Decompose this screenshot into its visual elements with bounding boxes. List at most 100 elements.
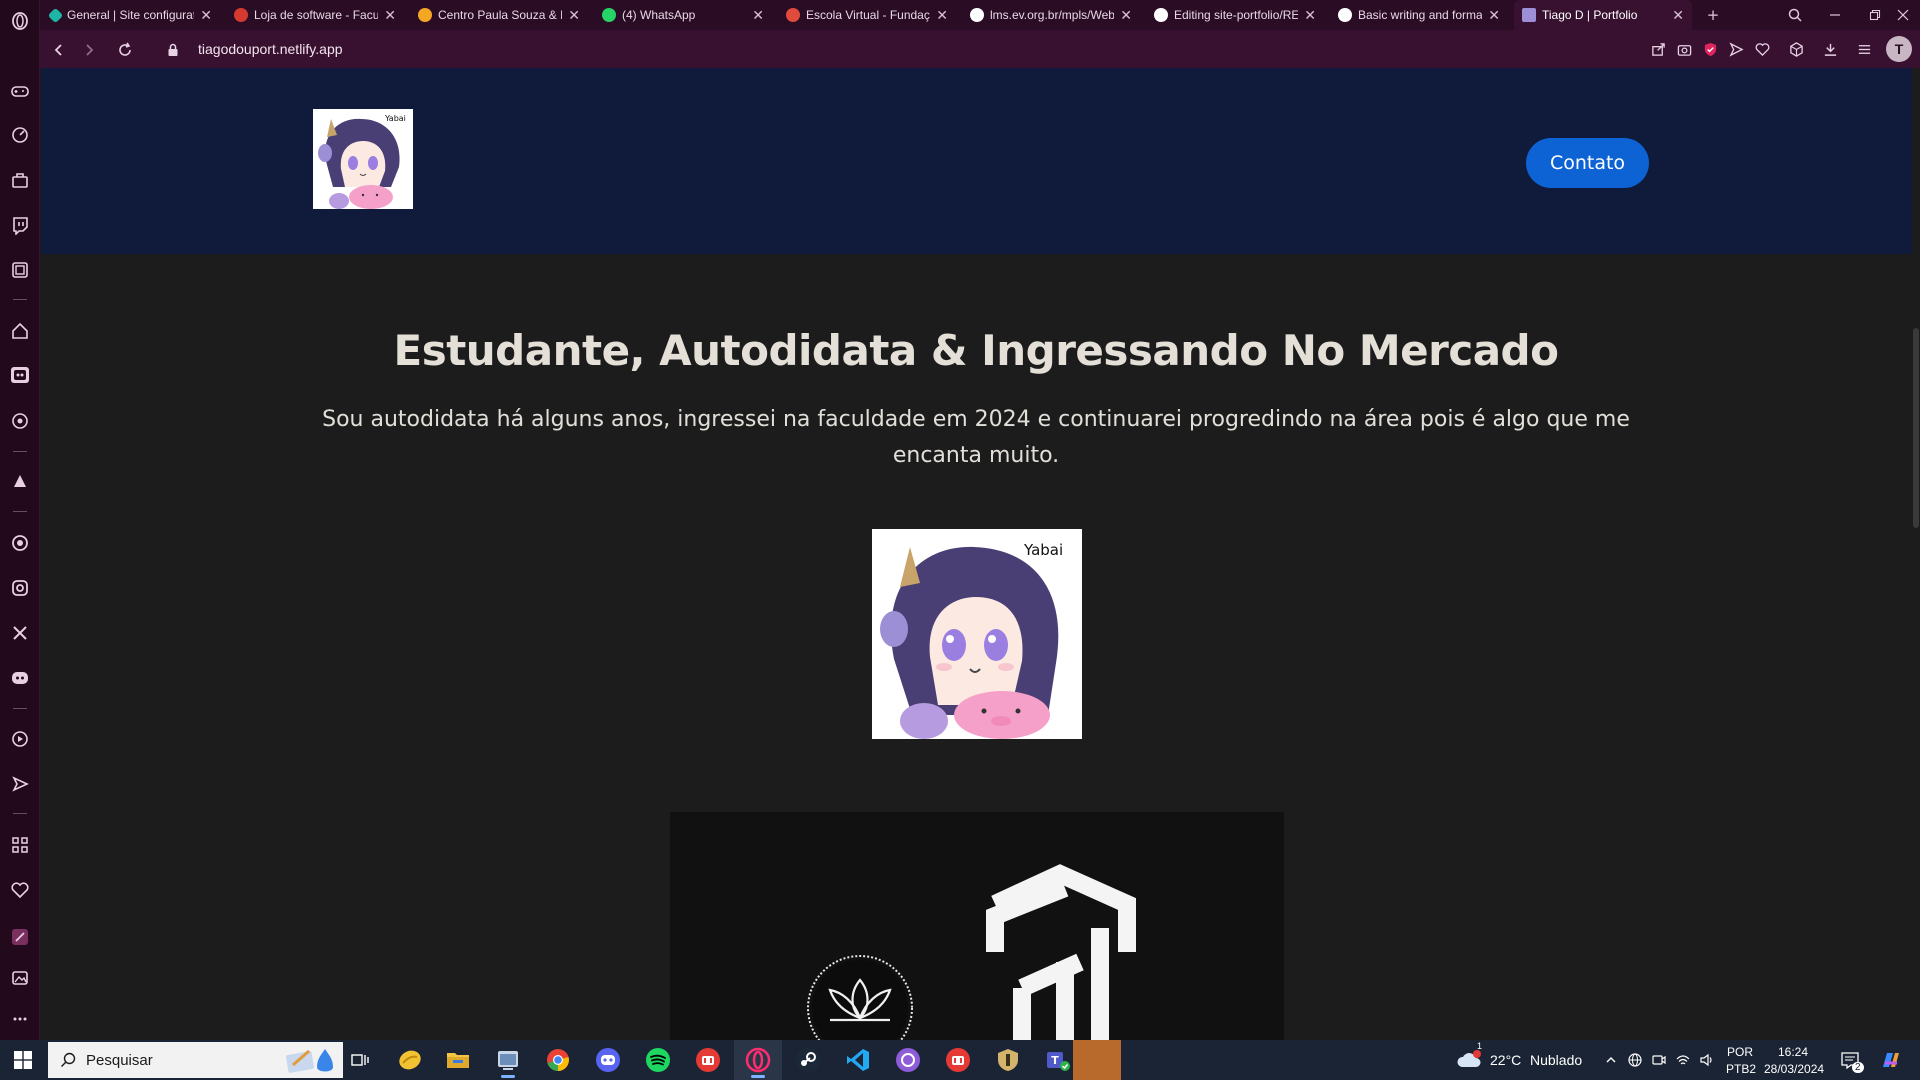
close-icon[interactable]: ✕: [200, 7, 212, 24]
windows-taskbar: Pesquisar T 1 22°C Nublado POR PTB2 16:2…: [0, 1040, 1920, 1080]
easy-setup-icon[interactable]: [1854, 39, 1874, 59]
close-icon[interactable]: ✕: [568, 7, 580, 24]
task-view-icon[interactable]: [336, 1040, 384, 1080]
tab[interactable]: Loja de software - Facul ✕: [226, 0, 404, 30]
taskbar-app-window-icon[interactable]: [484, 1040, 532, 1080]
tab[interactable]: Basic writing and format ✕: [1330, 0, 1508, 30]
tab-title: lms.ev.org.br/mpls/Web: [990, 8, 1115, 22]
lock-icon[interactable]: [162, 39, 184, 61]
extensions-grid-icon[interactable]: [0, 828, 40, 862]
scrollbar-thumb[interactable]: [1913, 328, 1919, 528]
tab[interactable]: (4) WhatsApp ✕: [594, 0, 772, 30]
store-icon[interactable]: [0, 163, 40, 197]
wifi-icon[interactable]: [1672, 1040, 1694, 1080]
clock-date[interactable]: 28/03/2024: [1764, 1062, 1824, 1076]
heart-icon[interactable]: [0, 873, 40, 907]
tab[interactable]: Escola Virtual - Fundaçã ✕: [778, 0, 956, 30]
close-window-icon[interactable]: [1886, 0, 1920, 30]
opera-gx-icon[interactable]: [734, 1040, 782, 1080]
flow-icon[interactable]: [0, 767, 40, 801]
red-app-2-icon[interactable]: [934, 1040, 982, 1080]
hero-description: Sou autodidata há alguns anos, ingressei…: [322, 407, 1630, 468]
snapshot-camera-icon[interactable]: [1674, 39, 1694, 59]
search-icon: [61, 1052, 76, 1067]
page-scrollbar[interactable]: [1912, 68, 1920, 1040]
player-icon[interactable]: [0, 722, 40, 756]
new-tab-icon[interactable]: +: [1696, 0, 1730, 30]
taskbar-highlighted-app-icon[interactable]: [1073, 1040, 1121, 1080]
gx-corner-icon[interactable]: [0, 358, 40, 392]
tab[interactable]: General | Site configurat ✕: [42, 0, 220, 30]
search-placeholder: Pesquisar: [86, 1051, 153, 1069]
github-favicon-icon: [1338, 8, 1352, 22]
search-highlight-illustration-icon: [285, 1049, 333, 1073]
contact-button[interactable]: Contato: [1526, 138, 1649, 188]
forward-icon[interactable]: [78, 39, 100, 61]
tab[interactable]: lms.ev.org.br/mpls/Web ✕: [962, 0, 1140, 30]
logo-caption: Yabai: [384, 114, 406, 123]
profile-avatar[interactable]: T: [1886, 36, 1912, 62]
discord-icon[interactable]: [584, 1040, 632, 1080]
discord-sidebar-icon[interactable]: [0, 661, 40, 695]
input-language[interactable]: POR: [1727, 1045, 1753, 1059]
security-app-icon[interactable]: [984, 1040, 1032, 1080]
adblock-shield-icon[interactable]: [1700, 39, 1720, 59]
close-icon[interactable]: ✕: [1672, 7, 1684, 24]
file-explorer-icon[interactable]: [434, 1040, 482, 1080]
spotify-icon[interactable]: [634, 1040, 682, 1080]
keyboard-layout[interactable]: PTB2: [1726, 1062, 1756, 1076]
downloads-icon[interactable]: [1820, 39, 1840, 59]
close-icon[interactable]: ✕: [936, 7, 948, 24]
tab[interactable]: Editing site-portfolio/RE ✕: [1146, 0, 1324, 30]
taskbar-search-input[interactable]: Pesquisar: [48, 1042, 343, 1078]
github-desktop-icon[interactable]: [884, 1040, 932, 1080]
copilot-icon[interactable]: [1870, 1040, 1910, 1080]
reload-icon[interactable]: [114, 39, 136, 61]
close-icon[interactable]: ✕: [752, 7, 764, 24]
speed-dial-icon[interactable]: [0, 118, 40, 152]
red-app-icon[interactable]: [684, 1040, 732, 1080]
extensions-cube-icon[interactable]: [1786, 39, 1806, 59]
vscode-icon[interactable]: [834, 1040, 882, 1080]
opera-menu-icon[interactable]: [0, 4, 40, 38]
taskbar-app-sticky-icon[interactable]: [386, 1040, 434, 1080]
whatsapp-sidebar-icon[interactable]: [0, 526, 40, 560]
weather-description[interactable]: Nublado: [1530, 1052, 1582, 1068]
radar-icon[interactable]: [0, 404, 40, 438]
twitch-icon[interactable]: [0, 208, 40, 242]
wallpaper-icon[interactable]: [0, 961, 40, 995]
weather-temperature[interactable]: 22°C: [1490, 1052, 1521, 1068]
url-field[interactable]: tiagodouport.netlify.app: [198, 41, 343, 57]
close-icon[interactable]: ✕: [1304, 7, 1316, 24]
windows-start-icon[interactable]: [0, 1040, 46, 1080]
instagram-icon[interactable]: [0, 571, 40, 605]
x-twitter-icon[interactable]: [0, 616, 40, 650]
flow-send-icon[interactable]: [1726, 39, 1746, 59]
tab-active[interactable]: Tiago D | Portfolio ✕: [1514, 0, 1692, 30]
bookmark-heart-icon[interactable]: [1752, 39, 1772, 59]
steam-icon[interactable]: [784, 1040, 832, 1080]
meet-now-icon[interactable]: [1648, 1040, 1670, 1080]
volume-icon[interactable]: [1696, 1040, 1718, 1080]
clock-time[interactable]: 16:24: [1778, 1045, 1808, 1059]
pinned-app-icon[interactable]: [0, 920, 40, 954]
tab[interactable]: Centro Paula Souza & M ✕: [410, 0, 588, 30]
close-icon[interactable]: ✕: [384, 7, 396, 24]
minimize-icon[interactable]: [1818, 0, 1852, 30]
notifications-icon[interactable]: [1836, 1040, 1864, 1080]
network-globe-icon[interactable]: [1624, 1040, 1646, 1080]
news-icon[interactable]: [0, 253, 40, 287]
share-icon[interactable]: [1648, 39, 1668, 59]
svg-text:T: T: [1051, 1054, 1059, 1067]
back-icon[interactable]: [48, 39, 70, 61]
close-icon[interactable]: ✕: [1120, 7, 1132, 24]
gamepad-icon[interactable]: [0, 74, 40, 108]
site-logo[interactable]: Yabai: [313, 109, 413, 209]
home-icon[interactable]: [0, 314, 40, 348]
aria-icon[interactable]: [0, 464, 40, 498]
chrome-icon[interactable]: [534, 1040, 582, 1080]
more-options-icon[interactable]: [0, 1002, 40, 1036]
close-icon[interactable]: ✕: [1488, 7, 1500, 24]
chevron-up-icon[interactable]: [1600, 1040, 1622, 1080]
tab-search-icon[interactable]: [1778, 0, 1812, 30]
